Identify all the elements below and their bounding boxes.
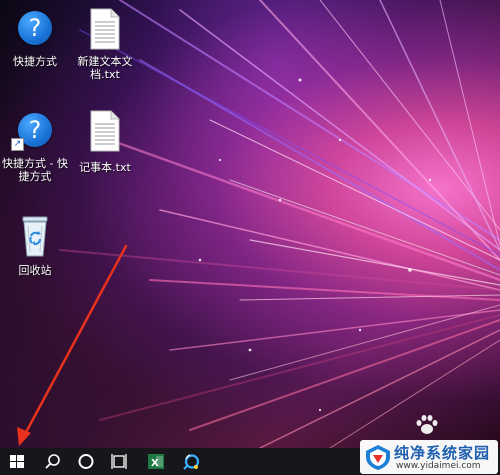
- watermark-badge: 纯净系统家园 www.yidaimei.com: [360, 440, 498, 474]
- desktop: ? 快捷方式 新建文本文 档.txt ? ↗ 快捷方式 - 快 捷方式 记事本.…: [0, 0, 500, 448]
- desktop-icon-label: 回收站: [18, 264, 52, 277]
- desktop-icon-new-text-document[interactable]: 新建文本文 档.txt: [70, 8, 140, 81]
- watermark-title: 纯净系统家园: [394, 444, 491, 462]
- text-document-icon: [90, 8, 120, 50]
- desktop-icon-notepad-txt[interactable]: 记事本.txt: [70, 110, 140, 174]
- desktop-icon-shortcut[interactable]: ? 快捷方式: [0, 8, 70, 68]
- desktop-icon-label-line: 快捷方式 - 快: [2, 157, 68, 170]
- svg-text:X: X: [151, 458, 159, 469]
- cortana-button[interactable]: [69, 448, 103, 475]
- shortcut-arrow-icon: ↗: [11, 138, 24, 151]
- desktop-icon-label-line: 捷方式: [18, 170, 52, 183]
- excel-button[interactable]: X: [139, 448, 173, 475]
- task-view-icon: [111, 454, 127, 469]
- desktop-icon-label-line: 新建文本文: [77, 55, 133, 68]
- browser-icon: [183, 454, 200, 470]
- recycle-bin-icon: [22, 216, 48, 257]
- desktop-icon-recycle-bin[interactable]: 回收站: [0, 214, 70, 277]
- start-button[interactable]: [0, 448, 34, 475]
- search-button[interactable]: [35, 448, 69, 475]
- site-logo-icon: [366, 445, 390, 470]
- paw-print-icon: [416, 415, 438, 434]
- desktop-icon-label-line: 档.txt: [90, 68, 120, 81]
- search-icon: [45, 454, 60, 469]
- task-view-button[interactable]: [102, 448, 136, 475]
- desktop-icon-shortcut-shortcut[interactable]: ? ↗ 快捷方式 - 快 捷方式: [0, 110, 70, 183]
- browser-button[interactable]: [175, 448, 209, 475]
- cortana-circle-icon: [78, 454, 94, 469]
- desktop-icon-label: 快捷方式: [13, 55, 57, 68]
- desktop-icon-label: 记事本.txt: [79, 161, 131, 174]
- excel-icon: X: [148, 454, 164, 469]
- help-icon: ?: [18, 11, 52, 45]
- watermark-url: www.yidaimei.com: [396, 461, 481, 471]
- text-document-icon: [90, 110, 120, 152]
- windows-logo-icon: [10, 455, 24, 468]
